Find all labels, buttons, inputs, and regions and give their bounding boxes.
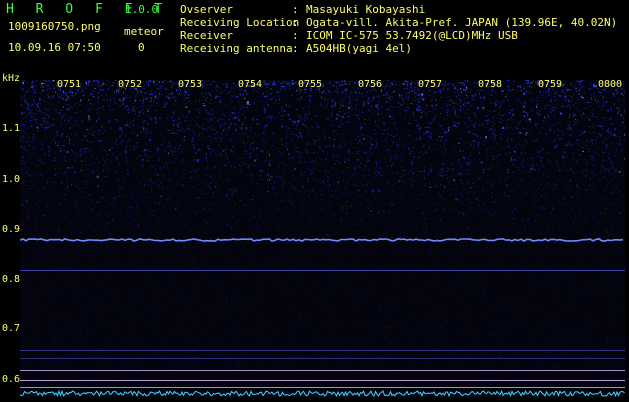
spectrogram [20,80,625,398]
colon: : [292,16,306,29]
spectrogram-noise [20,80,625,398]
metadata-key: Receiving antenna [180,42,292,55]
x-tick-label: 0751 [57,79,81,90]
colon: : [292,42,306,55]
y-tick-label: 0.6 [2,374,20,385]
x-tick-label: 0757 [418,79,442,90]
metadata-row: Receiver:ICOM IC-575 53.7492(@LCD)MHz US… [180,29,617,42]
x-tick-label: 0759 [538,79,562,90]
metadata-key: Receiving Location [180,16,292,29]
x-tick-label: 0755 [298,79,322,90]
x-tick-label: 0800 [598,79,622,90]
metadata-value: ICOM IC-575 53.7492(@LCD)MHz USB [306,29,518,42]
x-tick-label: 0752 [118,79,142,90]
file-datetime: 10.09.16 07:50 [8,41,101,54]
metadata-value: Masayuki Kobayashi [306,3,425,16]
metadata-row: Receiving Location:Ogata-vill. Akita-Pre… [180,16,617,29]
metadata-row: Ovserver:Masayuki Kobayashi [180,3,617,16]
metadata-row: Receiving antenna:A504HB(yagi 4el) [180,42,617,55]
app-version: 1.0.0 [125,3,158,16]
meteor-label: meteor [124,25,164,38]
x-tick-label: 0753 [178,79,202,90]
file-name: 1009160750.png [8,20,101,33]
metadata-key: Receiver [180,29,292,42]
x-tick-label: 0758 [478,79,502,90]
x-tick-label: 0756 [358,79,382,90]
y-axis-unit: kHz [2,73,20,84]
y-tick-label: 0.8 [2,274,20,285]
x-tick-label: 0754 [238,79,262,90]
y-tick-label: 0.9 [2,224,20,235]
y-tick-label: 1.1 [2,123,20,134]
metadata-value: A504HB(yagi 4el) [306,42,412,55]
header: H R O F F T 1.0.0 1009160750.png meteor … [0,0,629,72]
colon: : [292,29,306,42]
metadata-value: Ogata-vill. Akita-Pref. JAPAN (139.96E, … [306,16,617,29]
y-tick-label: 1.0 [2,174,20,185]
metadata-key: Ovserver [180,3,292,16]
colon: : [292,3,306,16]
station-metadata: Ovserver:Masayuki Kobayashi Receiving Lo… [180,3,617,55]
y-tick-label: 0.7 [2,323,20,334]
meteor-count: 0 [138,41,145,54]
